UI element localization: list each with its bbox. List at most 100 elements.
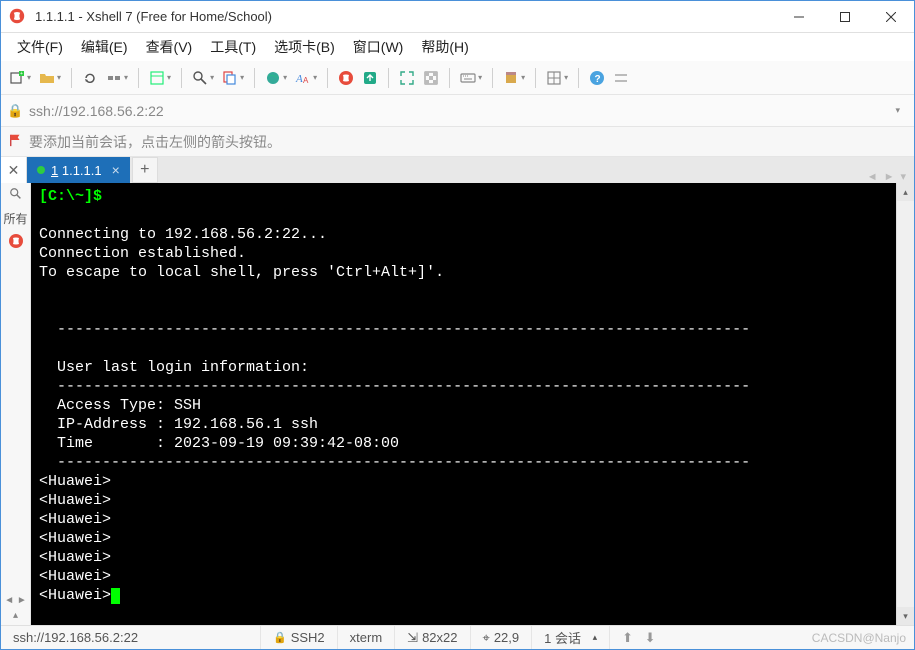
terminal-scrollbar[interactable]: ▴ ▾ xyxy=(896,183,914,625)
separator xyxy=(138,68,139,88)
address-text: ssh://192.168.56.2:22 xyxy=(29,103,887,119)
status-termtype: xterm xyxy=(338,626,396,649)
maximize-button[interactable] xyxy=(822,1,868,33)
menubar: 文件(F) 编辑(E) 查看(V) 工具(T) 选项卡(B) 窗口(W) 帮助(… xyxy=(1,33,914,61)
separator xyxy=(388,68,389,88)
terminal-line: To escape to local shell, press 'Ctrl+Al… xyxy=(39,264,444,281)
menu-view[interactable]: 查看(V) xyxy=(138,33,201,61)
terminal-line: ----------------------------------------… xyxy=(39,321,750,338)
panel-collapse: ◄ ► ▴ xyxy=(1,565,31,625)
scroll-up-icon[interactable]: ▴ xyxy=(897,183,914,201)
scroll-down-icon[interactable]: ▾ xyxy=(897,607,914,625)
infobar: 要添加当前会话，点击左侧的箭头按钮。 xyxy=(1,127,914,157)
status-connection: ssh://192.168.56.2:22 xyxy=(1,626,261,649)
xshell-icon-button[interactable] xyxy=(336,66,356,90)
svg-text:?: ? xyxy=(595,74,601,85)
terminal-line: ----------------------------------------… xyxy=(39,454,750,471)
terminal-line: User last login information: xyxy=(39,359,309,376)
tab-label: 1.1.1.1 xyxy=(62,163,102,178)
terminal-line: Time : 2023-09-19 09:39:42-08:00 xyxy=(39,435,399,452)
menu-window[interactable]: 窗口(W) xyxy=(345,33,412,61)
gutter-label: 所有 xyxy=(3,210,27,227)
terminal-line: <Huawei> xyxy=(39,511,111,528)
status-size: ⇲82x22 xyxy=(395,626,470,649)
transparency-button[interactable] xyxy=(421,66,441,90)
xshell-gutter-icon[interactable] xyxy=(8,233,24,252)
addressbar[interactable]: 🔒 ssh://192.168.56.2:22 ▾ xyxy=(1,95,914,127)
left-gutter: 所有 xyxy=(1,183,31,565)
reconnect-button[interactable] xyxy=(80,66,100,90)
infobar-message: 要添加当前会话，点击左侧的箭头按钮。 xyxy=(29,132,281,152)
copy-button[interactable]: ▾ xyxy=(220,66,246,90)
terminal-line: Access Type: SSH xyxy=(39,397,201,414)
toolbar: +▾ ▾ ▾ ▾ ▾ ▾ ▾ AA▾ ▾ ▾ ▾ ? xyxy=(1,61,914,95)
keyboard-button[interactable]: ▾ xyxy=(458,66,484,90)
status-protocol: 🔒SSH2 xyxy=(261,626,338,649)
lock-icon: 🔒 xyxy=(273,631,287,644)
main: 所有 ◄ ► ▴ [C:\~]$ Connecting to 192.168.5… xyxy=(1,183,914,625)
tab-prev-button[interactable]: ◄ xyxy=(867,171,878,183)
terminal-cursor xyxy=(111,588,120,604)
tab-number: 1 xyxy=(51,163,58,178)
font-button[interactable]: AA▾ xyxy=(293,66,319,90)
terminal-line: <Huawei> xyxy=(39,549,111,566)
properties-button[interactable]: ▾ xyxy=(147,66,173,90)
menu-tab[interactable]: 选项卡(B) xyxy=(266,33,343,61)
connection-status-icon xyxy=(37,166,45,174)
tab-next-button[interactable]: ► xyxy=(884,171,895,183)
svg-text:A: A xyxy=(303,76,309,85)
search-icon[interactable] xyxy=(9,187,23,204)
minimize-button[interactable] xyxy=(776,1,822,33)
help-button[interactable]: ? xyxy=(587,66,607,90)
session-tab[interactable]: 1 1.1.1.1 × xyxy=(27,157,130,183)
tab-menu-button[interactable]: ▾ xyxy=(900,170,906,183)
more-button[interactable] xyxy=(611,66,631,90)
tabbar: ✕ 1 1.1.1.1 × + ◄ ► ▾ xyxy=(1,157,914,183)
script-button[interactable]: ▾ xyxy=(501,66,527,90)
scroll-track[interactable] xyxy=(897,201,914,607)
app-icon xyxy=(9,8,27,26)
terminal-line: <Huawei> xyxy=(39,492,111,509)
menu-edit[interactable]: 编辑(E) xyxy=(73,33,136,61)
globe-button[interactable]: ▾ xyxy=(263,66,289,90)
open-session-button[interactable]: ▾ xyxy=(37,66,63,90)
terminal[interactable]: [C:\~]$ Connecting to 192.168.56.2:22...… xyxy=(31,183,896,625)
terminal-current-prompt: <Huawei> xyxy=(39,587,111,604)
status-updown: ⬆ ⬇ xyxy=(610,626,667,649)
terminal-line: <Huawei> xyxy=(39,473,111,490)
xftp-icon-button[interactable] xyxy=(360,66,380,90)
separator xyxy=(492,68,493,88)
menu-help[interactable]: 帮助(H) xyxy=(413,33,476,61)
new-session-button[interactable]: +▾ xyxy=(7,66,33,90)
separator xyxy=(327,68,328,88)
close-all-tabs-button[interactable]: ✕ xyxy=(1,157,27,183)
terminal-line: IP-Address : 192.168.56.1 ssh xyxy=(39,416,318,433)
resize-icon: ⇲ xyxy=(407,630,418,646)
fullscreen-button[interactable] xyxy=(397,66,417,90)
separator xyxy=(181,68,182,88)
separator xyxy=(449,68,450,88)
terminal-line: <Huawei> xyxy=(39,530,111,547)
window-title: 1.1.1.1 - Xshell 7 (Free for Home/School… xyxy=(35,9,776,24)
collapse-left-icon[interactable]: ◄ ► xyxy=(4,595,27,606)
address-dropdown-icon[interactable]: ▾ xyxy=(887,105,908,116)
svg-text:A: A xyxy=(295,73,303,85)
tab-close-button[interactable]: × xyxy=(112,162,120,178)
titlebar: 1.1.1.1 - Xshell 7 (Free for Home/School… xyxy=(1,1,914,33)
menu-tools[interactable]: 工具(T) xyxy=(202,33,264,61)
flag-icon xyxy=(9,133,23,150)
tab-nav: ◄ ► ▾ xyxy=(867,170,914,183)
layout-button[interactable]: ▾ xyxy=(544,66,570,90)
separator xyxy=(254,68,255,88)
search-button[interactable]: ▾ xyxy=(190,66,216,90)
statusbar: ssh://192.168.56.2:22 🔒SSH2 xterm ⇲82x22… xyxy=(1,625,914,649)
add-tab-button[interactable]: + xyxy=(132,157,158,183)
collapse-up-icon[interactable]: ▴ xyxy=(13,610,18,621)
close-button[interactable] xyxy=(868,1,914,33)
menu-file[interactable]: 文件(F) xyxy=(9,33,71,61)
disconnect-button[interactable]: ▾ xyxy=(104,66,130,90)
svg-text:+: + xyxy=(20,71,23,77)
terminal-line: Connecting to 192.168.56.2:22... xyxy=(39,226,327,243)
watermark: CACSDN@Nanjo xyxy=(812,631,914,645)
status-sessions[interactable]: 1 会话 ▴ xyxy=(532,626,610,649)
